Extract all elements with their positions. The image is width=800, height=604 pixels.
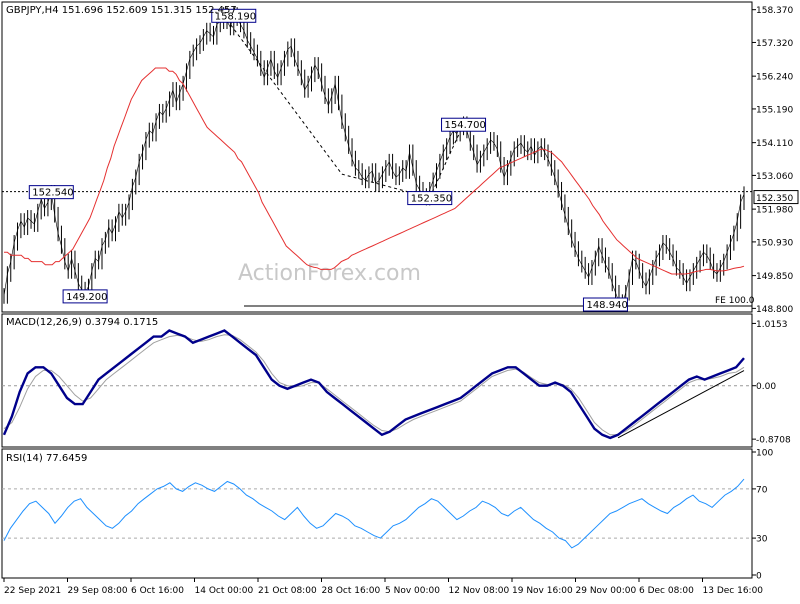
macd-ytick-label: 0.00 bbox=[756, 382, 776, 392]
chart-svg: 158.370 157.320 156.240 155.190 154.110 153.0… bbox=[1, 1, 799, 596]
price-ytick-label: 151.980 bbox=[756, 206, 793, 216]
price-ytick-label: 156.240 bbox=[756, 73, 793, 83]
price-ytick-label: 149.850 bbox=[756, 272, 793, 282]
price-ytick-label: 153.060 bbox=[756, 172, 793, 182]
rsi-line bbox=[3, 478, 745, 549]
x-tick-label: 29 Sep 08:00 bbox=[68, 586, 128, 596]
chart-root: 158.370 157.320 156.240 155.190 154.110 153.0… bbox=[0, 0, 800, 600]
price-ytick-label: 155.190 bbox=[756, 105, 793, 115]
wave-dashed-line bbox=[429, 124, 464, 198]
x-tick-label: 29 Nov 00:00 bbox=[576, 586, 637, 596]
rsi-ytick-label: 30 bbox=[756, 535, 768, 545]
x-tick-label: 19 Nov 16:00 bbox=[512, 586, 573, 596]
price-title: GBPJPY,H4 151.696 152.609 151.315 152.45… bbox=[6, 5, 237, 16]
macd-title: MACD(12,26,9) 0.3794 0.1715 bbox=[6, 317, 158, 328]
x-tick-label: 13 Dec 16:00 bbox=[703, 586, 764, 596]
x-tick-label: 12 Nov 08:00 bbox=[449, 586, 510, 596]
x-tick-label: 6 Oct 16:00 bbox=[131, 586, 184, 596]
annotation-label: 152.540 bbox=[32, 188, 73, 199]
rsi-ytick-label: 100 bbox=[756, 449, 773, 459]
macd-line bbox=[2, 329, 745, 440]
price-ytick-label: 154.110 bbox=[756, 139, 793, 149]
macd-ytick-label: 1.0153 bbox=[756, 320, 788, 330]
x-tick-label: 21 Oct 08:00 bbox=[258, 586, 317, 596]
price-ytick-label: 157.320 bbox=[756, 39, 793, 49]
macd-ytick-label: -0.8708 bbox=[756, 436, 791, 446]
annotation-label: 149.200 bbox=[66, 292, 107, 303]
rsi-ytick-label: 70 bbox=[756, 485, 768, 495]
x-tick-label: 28 Oct 16:00 bbox=[322, 586, 381, 596]
x-tick-label: 14 Oct 00:00 bbox=[195, 586, 254, 596]
rsi-ytick-label: 0 bbox=[756, 572, 762, 582]
macd-signal-line bbox=[3, 334, 745, 436]
fe-label: FE 100.0 bbox=[715, 296, 755, 306]
price-ytick-label: 148.800 bbox=[756, 305, 793, 315]
rsi-title: RSI(14) 77.6459 bbox=[6, 453, 87, 464]
wave-dashed-line bbox=[223, 15, 343, 175]
current-price-label: 152.350 bbox=[756, 194, 793, 204]
price-ytick-label: 150.930 bbox=[756, 238, 793, 248]
ma-line bbox=[4, 67, 745, 275]
x-tick-label: 5 Nov 00:00 bbox=[385, 586, 440, 596]
annotation-label: 154.700 bbox=[445, 120, 486, 131]
watermark: ActionForex.com bbox=[238, 261, 421, 286]
annotation-label: 152.350 bbox=[411, 194, 452, 205]
rsi-panel-frame bbox=[1, 448, 753, 579]
x-tick-label: 6 Dec 08:00 bbox=[639, 586, 694, 596]
macd-trendline bbox=[617, 370, 745, 439]
x-tick-label: 22 Sep 2021 bbox=[4, 586, 61, 596]
annotation-label: 148.940 bbox=[586, 300, 627, 311]
price-ytick-label: 158.370 bbox=[756, 6, 793, 16]
